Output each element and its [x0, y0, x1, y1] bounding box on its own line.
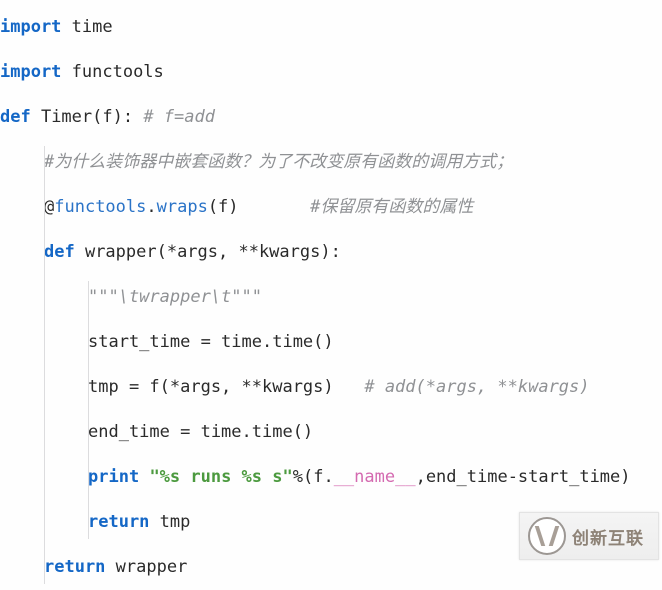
- logo-text: 创新互联: [572, 524, 644, 549]
- code-block: import timeimport functoolsdef Timer(f):…: [0, 5, 662, 590]
- code-line: end_time = time.time(): [0, 410, 662, 455]
- indent-guide: [88, 281, 89, 539]
- code-line: tmp = f(*args, **kwargs) # add(*args, **…: [0, 365, 662, 410]
- code-line: import time: [0, 5, 662, 50]
- code-line: #为什么装饰器中嵌套函数？为了不改变原有函数的调用方式；: [0, 140, 662, 185]
- code-line: @functools.wraps(f) #保留原有函数的属性: [0, 185, 662, 230]
- indent-guide: [44, 146, 45, 584]
- code-line: import functools: [0, 50, 662, 95]
- code-line: print "%s runs %s s"%(f.__name__,end_tim…: [0, 455, 662, 500]
- code-content: import timeimport functoolsdef Timer(f):…: [0, 5, 662, 590]
- code-line: start_time = time.time(): [0, 320, 662, 365]
- code-line: """\twrapper\t""": [0, 275, 662, 320]
- logo-icon: [528, 517, 566, 555]
- code-line: def wrapper(*args, **kwargs):: [0, 230, 662, 275]
- watermark-logo: 创新互联: [519, 512, 659, 560]
- code-line: def Timer(f): # f=add: [0, 95, 662, 140]
